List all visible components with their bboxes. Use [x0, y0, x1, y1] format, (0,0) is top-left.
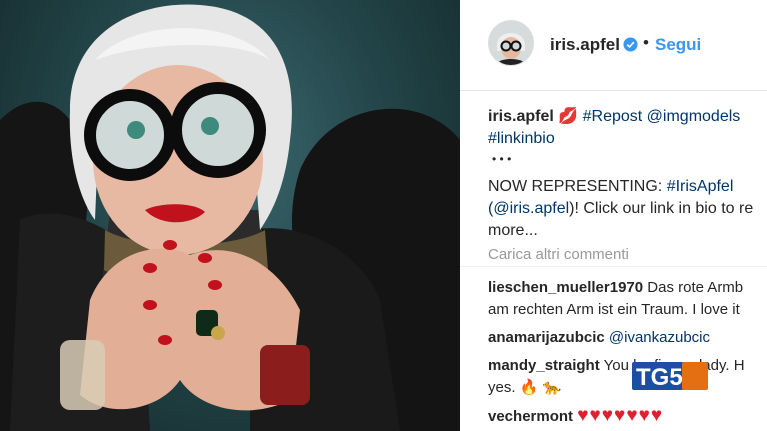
caption-text-line4: NOW REPRESENTING: [488, 178, 667, 195]
caption-username[interactable]: iris.apfel [488, 108, 554, 125]
comment-username[interactable]: lieschen_mueller1970 [488, 279, 643, 296]
verified-badge-icon [623, 37, 638, 52]
post-username[interactable]: iris.apfel [550, 35, 620, 55]
comment-item: vechermont ♥♥♥♥♥♥♥ [488, 405, 767, 428]
comment-text-continued: am rechten Arm ist ein Traum. I love it [488, 301, 740, 318]
tg5-logo-text: TG5 [636, 364, 683, 390]
portrait-illustration [0, 4, 460, 431]
post-header: iris.apfel • Segui [460, 0, 767, 91]
avatar-image [489, 21, 533, 65]
load-more-comments-link[interactable]: Carica altri commenti [488, 246, 629, 263]
caption-dots: • • • [492, 152, 512, 166]
comment-item: mandy_straight You be fierce, lady. H ye… [488, 355, 767, 399]
post-caption: iris.apfel 💋 #Repost @imgmodels #linkinb… [488, 106, 767, 242]
comment-text: Das rote Armb [647, 279, 744, 296]
follow-button[interactable]: Segui [655, 35, 701, 55]
divider [460, 266, 767, 267]
lips-emoji-icon: 💋 [558, 108, 579, 125]
hearts-emoji-icon: ♥♥♥♥♥♥♥ [577, 405, 664, 426]
caption-mention-iris[interactable]: (@iris.apfel [488, 200, 569, 217]
comment-username[interactable]: anamarijazubcic [488, 329, 605, 346]
comment-list: lieschen_mueller1970 Das rote Armb am re… [488, 277, 767, 431]
caption-repost-tag[interactable]: #Repost @imgmodels [583, 108, 741, 125]
tg5-logo-icon: TG5 [632, 362, 708, 390]
caption-text-line5: )! Click our link in bio to re [569, 200, 754, 217]
comment-username[interactable]: vechermont [488, 408, 573, 425]
caption-more-link[interactable]: more... [488, 222, 538, 239]
header-separator: • [643, 33, 649, 52]
caption-hashtag-irisapfel[interactable]: #IrisApfel [667, 178, 734, 195]
comment-item: lieschen_mueller1970 Das rote Armb am re… [488, 277, 767, 321]
caption-hashtag-linkinbio[interactable]: #linkinbio [488, 130, 555, 147]
comment-mention[interactable]: @ivankazubcic [609, 329, 710, 346]
comment-text-continued: yes. 🔥 🐆 [488, 379, 562, 396]
instagram-post-panel: iris.apfel • Segui iris.apfel 💋 #Repost … [460, 0, 767, 431]
comment-username[interactable]: mandy_straight [488, 357, 600, 374]
comment-item: anamarijazubcic @ivankazubcic [488, 327, 767, 349]
user-avatar[interactable] [488, 20, 534, 66]
post-photo[interactable] [0, 0, 460, 431]
